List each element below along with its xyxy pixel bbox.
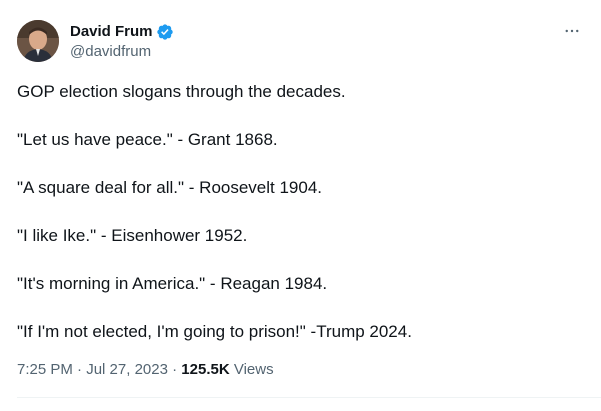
meta-separator: · [172, 361, 178, 378]
tweet-line: "Let us have peace." - Grant 1868. [17, 130, 278, 149]
author-name[interactable]: David Frum [70, 22, 174, 42]
tweet-line: "It's morning in America." - Reagan 1984… [17, 274, 328, 293]
tweet-line: "A square deal for all." - Roosevelt 190… [17, 178, 323, 197]
tweet-line: "If I'm not elected, I'm going to prison… [17, 322, 412, 341]
views-count: 125.5K [181, 361, 230, 378]
more-options-button[interactable] [561, 20, 583, 42]
tweet-metadata: 7:25 PM · Jul 27, 2023 · 125.5K Views [17, 360, 274, 380]
tweet-date: Jul 27, 2023 [86, 361, 168, 378]
tweet-card: David Frum @davidfrum GOP election sloga… [0, 0, 601, 411]
divider [17, 397, 601, 398]
tweet-line: GOP election slogans through the decades… [17, 82, 346, 101]
avatar-portrait-icon [17, 20, 59, 62]
tweet-text: GOP election slogans through the decades… [17, 81, 577, 343]
views-label: Views [233, 361, 274, 378]
timestamp-link[interactable]: 7:25 PM · Jul 27, 2023 [17, 361, 168, 378]
more-horizontal-icon [565, 29, 579, 33]
author-handle[interactable]: @davidfrum [70, 42, 151, 62]
verified-badge-icon [156, 23, 174, 41]
tweet-line: "I like Ike." - Eisenhower 1952. [17, 226, 248, 245]
tweet-time: 7:25 PM [17, 361, 73, 378]
avatar[interactable] [17, 20, 59, 62]
author-name-text: David Frum [70, 23, 153, 40]
